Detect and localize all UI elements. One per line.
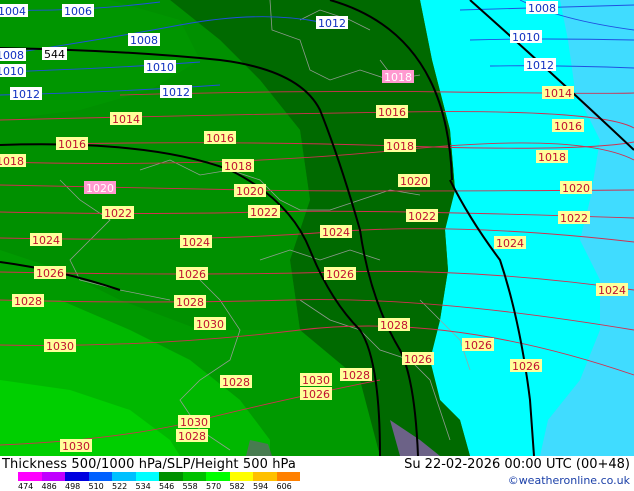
site-credit[interactable]: ©weatheronline.co.uk — [508, 474, 630, 487]
isobar-label: 1026 — [302, 388, 330, 401]
isobar-label: 1006 — [64, 5, 92, 18]
isobar-label: 1020 — [86, 182, 114, 195]
isobar-label: 1026 — [404, 353, 432, 366]
isobar-label: 1014 — [544, 87, 572, 100]
isobar-label: 1030 — [302, 374, 330, 387]
isobar-label: 1016 — [378, 106, 406, 119]
isobar-label: 1022 — [104, 207, 132, 220]
legend-swatch — [65, 472, 89, 481]
isobar-label: 1010 — [0, 65, 24, 78]
legend-swatch — [206, 472, 230, 481]
legend-swatch — [135, 472, 159, 481]
legend-swatch — [41, 472, 65, 481]
isobar-label: 1012 — [12, 88, 40, 101]
legend-swatch — [112, 472, 136, 481]
isobar-label: 1024 — [322, 226, 350, 239]
isobar-label: 1028 — [14, 295, 42, 308]
color-legend-labels: 474 486 498 510 522 534 546 558 570 582 594 606 — [18, 482, 318, 491]
isobar-label: 1024 — [182, 236, 210, 249]
isobar-label: 1022 — [408, 210, 436, 223]
isobar-label: 1026 — [326, 268, 354, 281]
isobar-label: 1008 — [0, 49, 24, 62]
isobar-label: 1016 — [206, 132, 234, 145]
isobar-label: 1016 — [554, 120, 582, 133]
map-footer: Thickness 500/1000 hPa/SLP/Height 500 hP… — [0, 456, 634, 491]
isobar-label: 1008 — [528, 2, 556, 15]
isobar-label: 1028 — [176, 296, 204, 309]
weather-map: 1004 1006 1008 1008 1010 1010 1012 1012 1012 1008… — [0, 0, 634, 456]
isobar-label: 1026 — [178, 268, 206, 281]
isobar-label: 1018 — [224, 160, 252, 173]
legend-swatch — [18, 472, 42, 481]
isobar-label: 1020 — [236, 185, 264, 198]
isobar-label: 1026 — [512, 360, 540, 373]
isobar-label: 1030 — [180, 416, 208, 429]
legend-swatch — [88, 472, 112, 481]
isobar-label: 1028 — [178, 430, 206, 443]
isobar-label: 1020 — [400, 175, 428, 188]
isobar-label: 1014 — [112, 113, 140, 126]
isobar-label: 1024 — [598, 284, 626, 297]
legend-swatch — [159, 472, 183, 481]
isobar-label: 1030 — [62, 440, 90, 453]
isobar-label: 1026 — [36, 267, 64, 280]
valid-time: Su 22-02-2026 00:00 UTC (00+48) — [404, 457, 630, 472]
isobar-label: 1028 — [222, 376, 250, 389]
color-legend — [18, 472, 300, 481]
isobar-label: 1018 — [384, 71, 412, 84]
isobar-label: 1004 — [0, 5, 26, 18]
isobar-label: 1030 — [196, 318, 224, 331]
isobar-label: 1022 — [250, 206, 278, 219]
isobar-label: 1012 — [526, 59, 554, 72]
isobar-label: 1022 — [560, 212, 588, 225]
height-label: 544 — [44, 48, 65, 61]
isobar-label: 1010 — [146, 61, 174, 74]
legend-swatch — [253, 472, 277, 481]
isobar-label: 1018 — [0, 155, 24, 168]
isobar-label: 1024 — [32, 234, 60, 247]
isobar-label: 1024 — [496, 237, 524, 250]
isobar-label: 1016 — [58, 138, 86, 151]
isobar-label: 1020 — [562, 182, 590, 195]
isobar-label: 1012 — [318, 17, 346, 30]
isobar-label: 1018 — [538, 151, 566, 164]
map-title: Thickness 500/1000 hPa/SLP/Height 500 hP… — [2, 457, 296, 472]
isobar-label: 1028 — [380, 319, 408, 332]
isobar-label: 1028 — [342, 369, 370, 382]
isobar-label: 1018 — [386, 140, 414, 153]
isobar-label: 1030 — [46, 340, 74, 353]
isobar-label: 1008 — [130, 34, 158, 47]
isobar-label: 1012 — [162, 86, 190, 99]
legend-swatch — [229, 472, 253, 481]
isobar-label: 1026 — [464, 339, 492, 352]
legend-swatch — [182, 472, 206, 481]
legend-swatch — [276, 472, 300, 481]
isobar-label: 1010 — [512, 31, 540, 44]
